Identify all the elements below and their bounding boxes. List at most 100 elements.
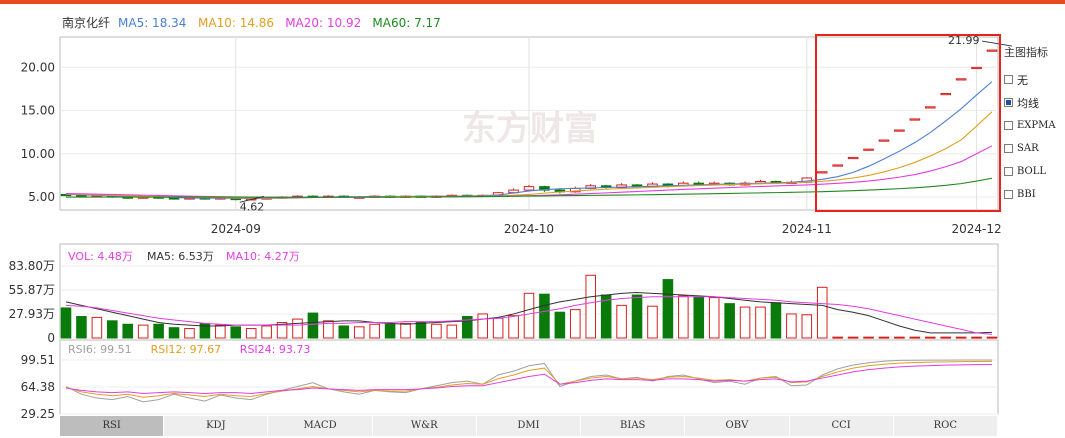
tab-cci[interactable]: CCI <box>790 416 894 436</box>
volume-legend-0: VOL: 4.48万 <box>68 250 133 263</box>
tab-obv[interactable]: OBV <box>685 416 790 436</box>
volume-bar-up <box>91 316 103 339</box>
candle-up <box>940 92 951 96</box>
stock-name: 南京化纤 <box>62 15 110 30</box>
rsi-line-rsi12 <box>65 360 993 398</box>
volume-bar-up <box>801 314 813 339</box>
indicator-panel: 主图指标 无 均线 EXPMA SAR BOLL BBI <box>1004 44 1064 206</box>
volume-bar-down <box>107 320 118 339</box>
volume-bar-up <box>847 336 859 339</box>
indicator-tab-bar: RSI KDJ MACD W&R DMI BIAS OBV CCI ROC <box>60 416 998 436</box>
highlight-box <box>815 34 1001 212</box>
volume-bar-down <box>770 302 782 339</box>
stock-chart[interactable]: 南京化纤 MA5: 18.34 MA10: 14.86 MA20: 10.92 MA60… <box>0 0 1065 438</box>
volume-bar-up <box>446 324 458 339</box>
volume-bar-up <box>508 315 519 339</box>
volume-bar-down <box>153 323 164 339</box>
x-tick-label: 2024-10 <box>504 222 554 236</box>
rsi-line-rsi6 <box>65 359 993 403</box>
volume-bar-up <box>739 306 751 339</box>
volume-y-tick: 83.80万 <box>9 259 55 273</box>
volume-bar-up <box>215 324 226 339</box>
volume-bar-down <box>539 293 550 339</box>
volume-y-tick: 27.93万 <box>9 307 55 321</box>
volume-bar-up <box>369 323 380 339</box>
indicator-option-boll[interactable]: BOLL <box>1004 160 1064 183</box>
tab-rsi[interactable]: RSI <box>60 416 165 436</box>
volume-bar-up <box>909 336 921 339</box>
rsi-line-rsi24 <box>65 363 993 394</box>
volume-bar-up <box>986 336 998 339</box>
rsi-legend-0: RSI6: 99.51 <box>68 343 132 356</box>
volume-bar-up <box>816 286 828 339</box>
rsi-legend-1: RSI12: 97.67 <box>151 343 222 356</box>
volume-bar-down <box>168 327 180 339</box>
volume-bar-down <box>230 326 242 339</box>
candle-up <box>847 156 859 160</box>
candle-up <box>816 171 828 174</box>
candle-up <box>878 139 890 142</box>
volume-bar-up <box>940 336 951 339</box>
indicator-option-ma[interactable]: 均线 <box>1004 91 1064 114</box>
volume-bar-up <box>924 336 936 339</box>
checkbox[interactable] <box>1004 75 1013 84</box>
volume-bar-up <box>678 295 689 339</box>
tab-bias[interactable]: BIAS <box>581 416 686 436</box>
rsi-y-tick: 64.38 <box>21 380 55 394</box>
tab-dmi[interactable]: DMI <box>477 416 582 436</box>
volume-bar-down <box>415 322 427 339</box>
candle-up <box>523 186 535 191</box>
rsi-y-tick: 99.51 <box>21 353 55 367</box>
volume-bar-up <box>616 304 627 339</box>
volume-bar-up <box>878 336 890 339</box>
checkbox[interactable] <box>1004 98 1013 107</box>
volume-bar-up <box>523 292 535 339</box>
indicator-option-none[interactable]: 无 <box>1004 68 1064 91</box>
volume-bar-down <box>122 323 134 339</box>
volume-bar-down <box>384 323 396 339</box>
volume-bar-down <box>338 325 350 339</box>
candle-up <box>955 78 967 81</box>
indicator-panel-title: 主图指标 <box>1004 46 1048 59</box>
indicator-option-expma[interactable]: EXPMA <box>1004 114 1064 137</box>
indicator-option-bbi[interactable]: BBI <box>1004 183 1064 206</box>
x-tick-label: 2024-11 <box>782 222 832 236</box>
candle-up <box>863 148 874 151</box>
volume-y-tick: 55.87万 <box>9 283 55 297</box>
ma-legend-2: MA20: 10.92 <box>285 16 361 30</box>
candle-up <box>894 129 905 132</box>
volume-bar-down <box>60 307 72 339</box>
volume-bar-down <box>662 279 674 339</box>
price-y-tick: 15.00 <box>21 104 55 118</box>
candle-up <box>832 164 843 167</box>
checkbox[interactable] <box>1004 190 1013 199</box>
volume-bar-up <box>353 326 365 339</box>
tab-macd[interactable]: MACD <box>268 416 373 436</box>
candle-down <box>693 182 705 185</box>
volume-bar-up <box>492 317 504 339</box>
ma-legend-1: MA10: 14.86 <box>198 16 274 30</box>
volume-bar-up <box>832 336 843 339</box>
candle-up <box>971 66 982 70</box>
indicator-option-sar[interactable]: SAR <box>1004 137 1064 160</box>
price-y-tick: 20.00 <box>21 60 55 74</box>
rsi-y-tick: 29.25 <box>21 407 55 421</box>
volume-bar-down <box>724 303 735 339</box>
checkbox[interactable] <box>1004 144 1013 153</box>
volume-bar-up <box>755 306 766 339</box>
price-y-tick: 5.00 <box>28 190 55 204</box>
ma-legend-0: MA5: 18.34 <box>118 16 186 30</box>
volume-bar-down <box>600 294 612 339</box>
volume-bar-down <box>76 316 87 339</box>
tab-roc[interactable]: ROC <box>894 416 998 436</box>
candle-up <box>986 49 998 52</box>
checkbox[interactable] <box>1004 121 1013 130</box>
checkbox[interactable] <box>1004 167 1013 176</box>
rsi-legend-2: RSI24: 93.73 <box>240 343 311 356</box>
x-tick-label: 2024-09 <box>211 222 261 236</box>
volume-bar-up <box>477 313 488 339</box>
volume-bar-up <box>894 336 905 339</box>
volume-bar-up <box>786 313 797 339</box>
tab-kdj[interactable]: KDJ <box>164 416 269 436</box>
tab-wr[interactable]: W&R <box>373 416 477 436</box>
